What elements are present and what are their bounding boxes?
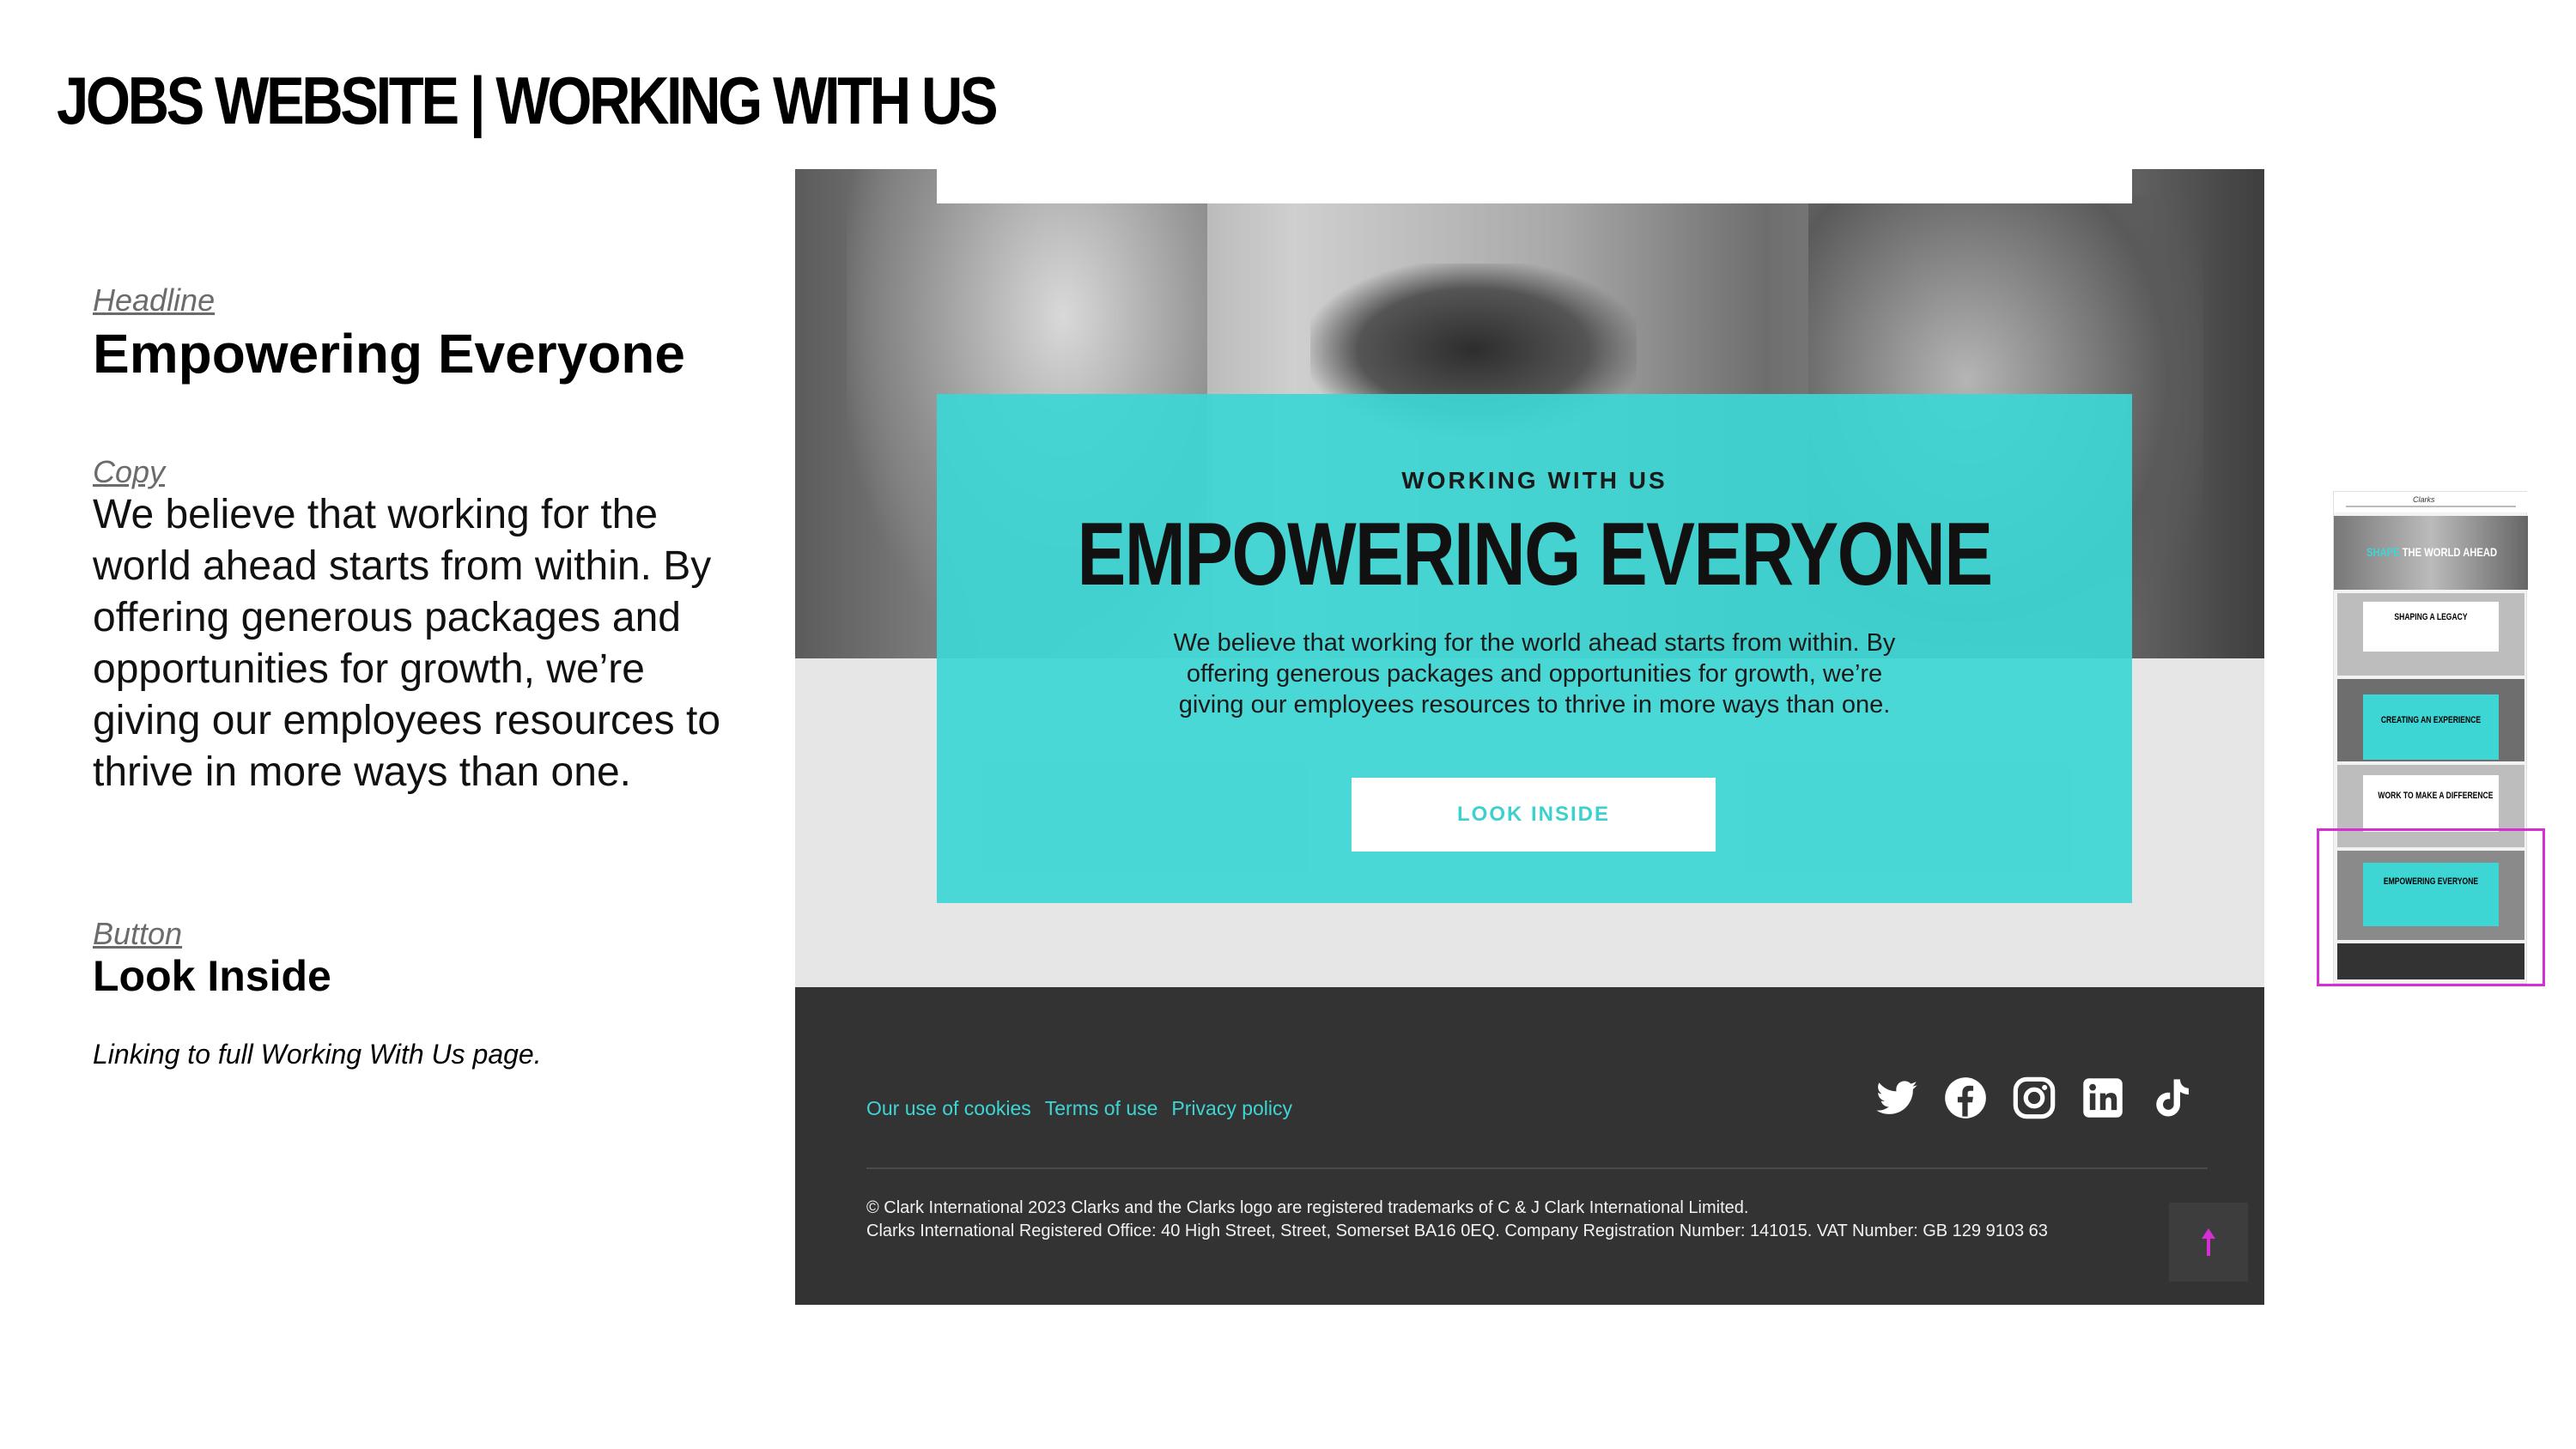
slide-title: JOBS WEBSITE | WORKING WITH US (57, 63, 999, 138)
panel-title: EMPOWERING EVERYONE (1077, 505, 1993, 604)
look-inside-button[interactable]: LOOK INSIDE (1352, 778, 1716, 852)
thumb-header: Clarks (2334, 492, 2528, 512)
social-links (1874, 1076, 2194, 1120)
thumb-logo: Clarks (2413, 495, 2435, 504)
terms-link[interactable]: Terms of use (1045, 1097, 1158, 1120)
current-section-highlight (2317, 828, 2545, 986)
working-with-us-panel: WORKING WITH US EMPOWERING EVERYONE We b… (937, 394, 2132, 903)
linkedin-icon[interactable] (2081, 1076, 2125, 1120)
instagram-icon[interactable] (2012, 1076, 2057, 1120)
link-note: Linking to full Working With Us page. (93, 1039, 542, 1070)
thumb-section-2: CREATING AN EXPERIENCE (2380, 715, 2482, 725)
footer-divider (866, 1167, 2208, 1169)
privacy-link[interactable]: Privacy policy (1171, 1097, 1292, 1120)
legal-line-1: © Clark International 2023 Clarks and th… (866, 1198, 1749, 1217)
copy-label: Copy (93, 454, 166, 489)
button-label: Button (93, 916, 183, 951)
copy-text: We believe that working for the world ah… (93, 492, 721, 795)
cookies-link[interactable]: Our use of cookies (866, 1097, 1031, 1120)
button-text: Look Inside (93, 952, 331, 1000)
thumb-hero: SHAPE THE WORLD AHEAD (2334, 516, 2528, 590)
arrow-up-icon (2202, 1228, 2215, 1256)
footer-links: Our use of cookies Terms of use Privacy … (866, 1097, 1292, 1120)
footer-legal: © Clark International 2023 Clarks and th… (866, 1197, 2048, 1243)
twitter-icon[interactable] (1874, 1076, 1919, 1120)
panel-copy: We believe that working for the world ah… (1173, 629, 1896, 718)
header-strip (937, 169, 2132, 203)
thumb-section-3: WORK TO MAKE A DIFFERENCE (2378, 791, 2494, 801)
site-footer: Our use of cookies Terms of use Privacy … (795, 987, 2264, 1305)
tiktok-icon[interactable] (2149, 1076, 2194, 1120)
headline-text: Empowering Everyone (93, 323, 685, 385)
thumb-hero-accent: SHAPE (2366, 545, 2400, 559)
panel-eyebrow: WORKING WITH US (1401, 467, 1668, 494)
thumb-hero-text: THE WORLD AHEAD (2402, 545, 2498, 559)
facebook-icon[interactable] (1943, 1076, 1988, 1120)
headline-label: Headline (93, 282, 216, 318)
legal-line-2: Clarks International Registered Office: … (866, 1222, 2048, 1240)
back-to-top-button[interactable] (2169, 1203, 2248, 1282)
page-mockup: WORKING WITH US EMPOWERING EVERYONE We b… (795, 169, 2264, 1305)
thumb-section-1: SHAPING A LEGACY (2394, 612, 2468, 622)
